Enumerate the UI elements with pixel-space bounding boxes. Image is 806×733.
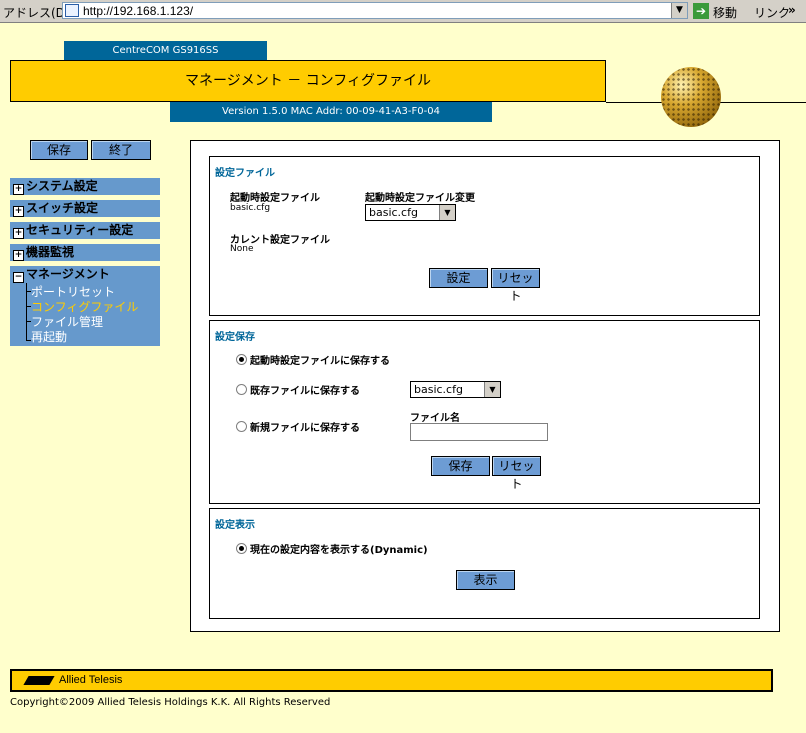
url-input[interactable]: http://192.168.1.123/ ▼ — [62, 2, 688, 19]
select-value: basic.cfg — [369, 206, 418, 219]
globe-pattern — [661, 67, 721, 127]
address-bar: アドレス(D) http://192.168.1.123/ ▼ ➔ 移動 リンク… — [0, 0, 806, 23]
sidebar-item-security[interactable]: + セキュリティー設定 — [10, 222, 160, 239]
footer-logo-text: Allied Telesis — [59, 674, 123, 686]
save-config-button[interactable]: 保存 — [431, 456, 490, 476]
model-name: CentreCOM GS916SS — [64, 41, 267, 60]
page-title: マネージメント － コンフィグファイル — [10, 60, 606, 102]
expand-icon: + — [13, 228, 24, 239]
save-button[interactable]: 保存 — [30, 140, 88, 160]
select-value: basic.cfg — [414, 383, 463, 396]
reset-button[interactable]: リセット — [491, 268, 540, 303]
address-label: アドレス(D) — [3, 6, 70, 20]
page-icon — [65, 4, 79, 17]
filename-label: ファイル名 — [410, 413, 460, 424]
expand-icon: + — [13, 184, 24, 195]
filename-input[interactable] — [410, 423, 548, 441]
save-new-label: 新規ファイルに保存する — [250, 423, 360, 434]
startup-file-change-label: 起動時設定ファイル変更 — [365, 193, 475, 204]
chevron-right-icon[interactable]: » — [788, 3, 796, 17]
sidebar-subitem-reboot[interactable]: 再起動 — [31, 328, 67, 345]
save-existing-radio[interactable] — [236, 384, 247, 395]
chevron-down-icon: ▼ — [439, 205, 455, 220]
exit-button[interactable]: 終了 — [91, 140, 151, 160]
sidebar-item-label: セキュリティー設定 — [26, 223, 134, 237]
sidebar-item-label: マネージメント — [26, 267, 110, 281]
version-info: Version 1.5.0 MAC Addr: 00-09-41-A3-F0-0… — [170, 102, 492, 122]
sidebar-item-system[interactable]: + システム設定 — [10, 178, 160, 195]
display-current-radio[interactable] — [236, 543, 247, 554]
reset-button[interactable]: リセット — [492, 456, 541, 491]
footer-band: Allied Telesis — [10, 669, 773, 692]
copyright: Copyright©2009 Allied Telesis Holdings K… — [10, 697, 331, 708]
expand-icon: + — [13, 250, 24, 261]
collapse-icon: − — [13, 272, 24, 283]
sidebar-item-monitoring[interactable]: + 機器監視 — [10, 244, 160, 261]
config-file-section: 設定ファイル 起動時設定ファイル basic.cfg 起動時設定ファイル変更 b… — [209, 156, 760, 316]
sidebar-item-switch[interactable]: + スイッチ設定 — [10, 200, 160, 217]
save-startup-label: 起動時設定ファイルに保存する — [250, 356, 390, 367]
config-save-section: 設定保存 起動時設定ファイルに保存する 既存ファイルに保存する basic.cf… — [209, 320, 760, 504]
sidebar-item-label: スイッチ設定 — [26, 201, 99, 215]
set-button[interactable]: 設定 — [429, 268, 488, 288]
sidebar-group-management: − マネージメント ポートリセット コンフィグファイル ファイル管理 再起動 — [10, 266, 160, 346]
go-label: 移動 — [713, 6, 738, 20]
display-current-label: 現在の設定内容を表示する(Dynamic) — [250, 545, 428, 556]
chevron-down-icon: ▼ — [484, 382, 500, 397]
startup-file-label: 起動時設定ファイル — [230, 193, 320, 204]
save-existing-label: 既存ファイルに保存する — [250, 386, 360, 397]
links-button[interactable]: リンク — [754, 4, 790, 21]
save-new-radio[interactable] — [236, 421, 247, 432]
sidebar-item-label: システム設定 — [26, 179, 98, 193]
existing-file-select[interactable]: basic.cfg ▼ — [410, 381, 501, 398]
expand-icon: + — [13, 206, 24, 217]
url-text: http://192.168.1.123/ — [83, 4, 194, 18]
show-button[interactable]: 表示 — [456, 570, 515, 590]
section-title: 設定表示 — [215, 520, 255, 531]
arrow-right-icon: ➔ — [693, 3, 709, 19]
sidebar-item-management[interactable]: − マネージメント — [10, 266, 160, 283]
startup-file-value: basic.cfg — [230, 203, 271, 213]
main-panel: 設定ファイル 起動時設定ファイル basic.cfg 起動時設定ファイル変更 b… — [190, 140, 780, 632]
chevron-down-icon[interactable]: ▼ — [671, 3, 687, 18]
config-display-section: 設定表示 現在の設定内容を表示する(Dynamic) 表示 — [209, 508, 760, 619]
current-file-value: None — [230, 244, 254, 254]
startup-file-select[interactable]: basic.cfg ▼ — [365, 204, 456, 221]
allied-telesis-logo-icon — [23, 676, 55, 685]
section-title: 設定保存 — [215, 332, 255, 343]
save-startup-radio[interactable] — [236, 354, 247, 365]
sidebar-item-label: 機器監視 — [26, 245, 75, 259]
section-title: 設定ファイル — [215, 168, 275, 179]
go-button[interactable]: ➔ 移動 — [693, 2, 749, 20]
globe-logo-icon — [661, 67, 721, 127]
